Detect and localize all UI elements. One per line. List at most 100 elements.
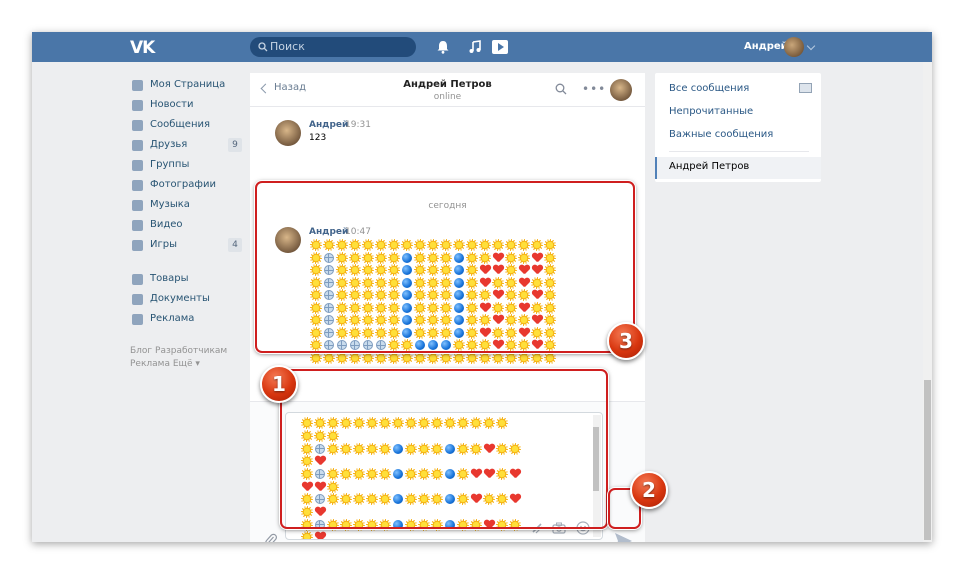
sidebar-item-label: Товары [150, 273, 189, 284]
sun-emoji [439, 352, 452, 365]
search-placeholder: Поиск [270, 40, 305, 53]
heart-emoji [313, 531, 326, 539]
counter-badge: 9 [228, 138, 242, 152]
sidebar-icon [132, 100, 143, 111]
chat-header: Назад Андрей Петров online ••• [250, 73, 645, 107]
sidebar-item[interactable]: Игры 4 [130, 236, 242, 256]
sidebar-icon [132, 180, 143, 191]
sidebar-icon [132, 120, 143, 131]
sidebar-item-label: Сообщения [150, 119, 211, 130]
filter-important[interactable]: Важные сообщения [669, 129, 773, 140]
top-avatar[interactable] [784, 37, 804, 57]
send-button[interactable] [612, 530, 634, 542]
footer-line-2[interactable]: Реклама Ещё ▾ [130, 358, 242, 371]
sidebar-icon [132, 240, 143, 251]
sidebar-item-label: Группы [150, 159, 190, 170]
bell-icon[interactable] [436, 40, 450, 54]
messages-filter-panel: Все сообщения Непрочитанные Важные сообщ… [655, 73, 821, 182]
sidebar-item-label: Игры [150, 239, 177, 250]
sidebar-item[interactable]: Новости [130, 96, 242, 116]
sun-emoji [335, 352, 348, 365]
more-icon[interactable]: ••• [582, 83, 606, 95]
sun-emoji [478, 352, 491, 365]
search-input[interactable]: Поиск [250, 37, 416, 57]
message-item: Андрей 19:31 123 [275, 120, 635, 150]
sun-emoji [300, 531, 313, 539]
sidebar-item-label: Друзья [150, 139, 188, 150]
sidebar-item[interactable]: Документы [130, 290, 242, 310]
sidebar-item[interactable]: Моя Страница [130, 76, 242, 96]
top-bar: VK Поиск Андрей [32, 32, 932, 62]
sidebar-item[interactable]: Друзья 9 [130, 136, 242, 156]
music-note-icon[interactable] [468, 40, 482, 54]
step-badge-2: 2 [630, 471, 668, 509]
sidebar-icon [132, 80, 143, 91]
page-scrollbar[interactable] [923, 62, 932, 542]
paperclip-icon[interactable] [265, 533, 277, 542]
emoji-row [309, 352, 556, 365]
page-scroll-thumb[interactable] [924, 380, 931, 540]
sidebar-item[interactable]: Товары [130, 270, 242, 290]
sun-emoji [413, 352, 426, 365]
sun-emoji [426, 352, 439, 365]
sun-emoji [400, 352, 413, 365]
sidebar-item-label: Видео [150, 219, 183, 230]
footer-line-1[interactable]: Блог Разработчикам [130, 345, 242, 358]
top-user-name[interactable]: Андрей [744, 41, 788, 52]
sidebar-icon [132, 140, 143, 151]
emoji-row [300, 531, 521, 539]
avatar[interactable] [275, 120, 301, 146]
active-conversation[interactable]: Андрей Петров [655, 157, 821, 179]
counter-badge: 4 [228, 238, 242, 252]
sun-emoji [504, 352, 517, 365]
sun-emoji [517, 352, 530, 365]
chevron-down-icon[interactable] [806, 41, 816, 51]
divider [669, 151, 809, 152]
sidebar-item-label: Новости [150, 99, 194, 110]
filter-unread[interactable]: Непрочитанные [669, 106, 753, 117]
message-text: 123 [309, 133, 327, 143]
sidebar-icon [132, 314, 143, 325]
filter-all-messages[interactable]: Все сообщения [669, 83, 749, 94]
sun-emoji [543, 352, 556, 365]
sidebar-item[interactable]: Музыка [130, 196, 242, 216]
sidebar-item[interactable]: Фотографии [130, 176, 242, 196]
sidebar-icon [132, 274, 143, 285]
sidebar-icon [132, 200, 143, 211]
sidebar-item-label: Фотографии [150, 179, 216, 190]
sidebar-item[interactable]: Сообщения [130, 116, 242, 136]
sidebar-item[interactable]: Реклама [130, 310, 242, 330]
sun-emoji [465, 352, 478, 365]
sun-emoji [348, 352, 361, 365]
video-play-icon[interactable] [492, 40, 508, 54]
sun-emoji [361, 352, 374, 365]
search-icon[interactable] [555, 83, 567, 95]
highlight-frame-message [255, 181, 635, 353]
sidebar-item[interactable]: Группы [130, 156, 242, 176]
sidebar-item-label: Реклама [150, 313, 195, 324]
sidebar-item-label: Документы [150, 293, 210, 304]
message-time: 19:31 [345, 120, 371, 130]
sidebar-icon [132, 294, 143, 305]
peer-avatar[interactable] [610, 79, 632, 101]
sun-emoji [387, 352, 400, 365]
sidebar-icon [132, 160, 143, 171]
sun-emoji [374, 352, 387, 365]
sidebar-icon [132, 220, 143, 231]
step-badge-1: 1 [260, 365, 298, 403]
sun-emoji [452, 352, 465, 365]
step-badge-3: 3 [607, 322, 645, 360]
footer-links: Блог Разработчикам Реклама Ещё ▾ [130, 345, 242, 371]
sun-emoji [309, 352, 322, 365]
sidebar-item-label: Моя Страница [150, 79, 226, 90]
highlight-frame-input [280, 369, 608, 529]
sidebar-item-label: Музыка [150, 199, 190, 210]
sidebar-item[interactable]: Видео [130, 216, 242, 236]
envelope-icon[interactable] [799, 83, 812, 93]
sun-emoji [322, 352, 335, 365]
search-icon [258, 42, 268, 52]
left-menu: Моя Страница Новости Сообщения Друзья 9 Групп… [130, 76, 242, 330]
message-author[interactable]: Андрей [309, 120, 348, 130]
sun-emoji [530, 352, 543, 365]
vk-logo[interactable]: VK [130, 38, 155, 58]
